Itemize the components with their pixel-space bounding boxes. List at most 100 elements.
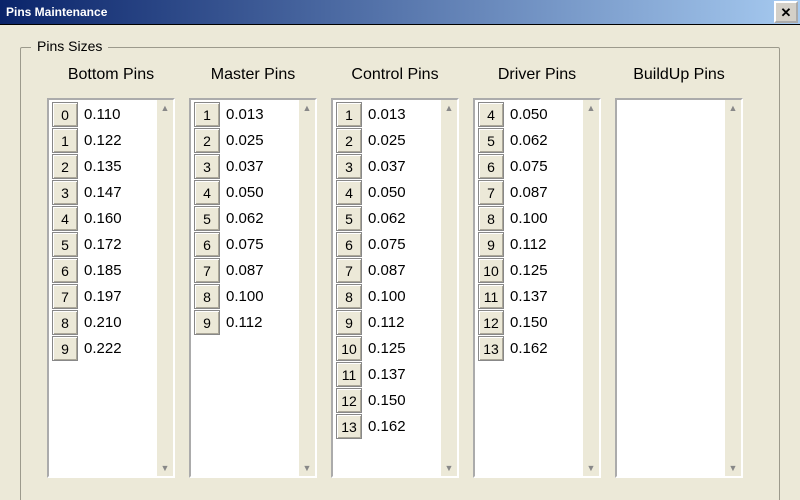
- listbox[interactable]: 10.01320.02530.03740.05050.06260.07570.0…: [189, 98, 317, 478]
- listbox[interactable]: 00.11010.12220.13530.14740.16050.17260.1…: [47, 98, 175, 478]
- list-item[interactable]: 10.013: [194, 102, 296, 127]
- list-item[interactable]: 100.125: [478, 258, 580, 283]
- window-title: Pins Maintenance: [6, 5, 107, 19]
- row-value: 0.172: [82, 232, 154, 257]
- listbox[interactable]: 40.05050.06260.07570.08780.10090.112100.…: [473, 98, 601, 478]
- scrollbar[interactable]: ▲▼: [299, 100, 315, 476]
- list-item[interactable]: 20.135: [52, 154, 154, 179]
- list-item[interactable]: 30.147: [52, 180, 154, 205]
- scroll-up-icon[interactable]: ▲: [441, 100, 457, 116]
- list-item[interactable]: 110.137: [336, 362, 438, 387]
- list-item[interactable]: 130.162: [336, 414, 438, 439]
- listbox-inner: 10.01320.02530.03740.05050.06260.07570.0…: [191, 100, 299, 476]
- list-item[interactable]: 20.025: [336, 128, 438, 153]
- scroll-down-icon[interactable]: ▼: [583, 460, 599, 476]
- list-item[interactable]: 130.162: [478, 336, 580, 361]
- row-index: 8: [52, 310, 78, 335]
- row-value: 0.050: [508, 102, 580, 127]
- list-item[interactable]: 100.125: [336, 336, 438, 361]
- listbox-inner: 10.01320.02530.03740.05050.06260.07570.0…: [333, 100, 441, 476]
- scroll-down-icon[interactable]: ▼: [441, 460, 457, 476]
- list-item[interactable]: 80.100: [194, 284, 296, 309]
- list-item[interactable]: 80.100: [336, 284, 438, 309]
- row-value: 0.087: [224, 258, 296, 283]
- list-item[interactable]: 90.222: [52, 336, 154, 361]
- list-item[interactable]: 80.210: [52, 310, 154, 335]
- list-item[interactable]: 50.062: [478, 128, 580, 153]
- list-item[interactable]: 90.112: [478, 232, 580, 257]
- row-index: 6: [194, 232, 220, 257]
- scroll-up-icon[interactable]: ▲: [725, 100, 741, 116]
- scroll-down-icon[interactable]: ▼: [157, 460, 173, 476]
- column-header: Control Pins: [351, 66, 438, 84]
- row-index: 3: [52, 180, 78, 205]
- list-item[interactable]: 70.087: [194, 258, 296, 283]
- list-item[interactable]: 10.122: [52, 128, 154, 153]
- list-item[interactable]: 80.100: [478, 206, 580, 231]
- row-value: 0.137: [366, 362, 438, 387]
- row-value: 0.013: [224, 102, 296, 127]
- list-item[interactable]: 40.050: [194, 180, 296, 205]
- row-value: 0.050: [224, 180, 296, 205]
- scrollbar[interactable]: ▲▼: [441, 100, 457, 476]
- scrollbar[interactable]: ▲▼: [157, 100, 173, 476]
- row-value: 0.100: [366, 284, 438, 309]
- list-item[interactable]: 60.185: [52, 258, 154, 283]
- row-value: 0.100: [508, 206, 580, 231]
- list-item[interactable]: 30.037: [336, 154, 438, 179]
- close-button[interactable]: ✕: [774, 1, 798, 23]
- scrollbar[interactable]: ▲▼: [725, 100, 741, 476]
- list-item[interactable]: 90.112: [194, 310, 296, 335]
- list-item[interactable]: 10.013: [336, 102, 438, 127]
- row-value: 0.013: [366, 102, 438, 127]
- scroll-down-icon[interactable]: ▼: [725, 460, 741, 476]
- list-item[interactable]: 50.062: [336, 206, 438, 231]
- row-index: 9: [336, 310, 362, 335]
- row-value: 0.197: [82, 284, 154, 309]
- list-item[interactable]: 60.075: [478, 154, 580, 179]
- list-item[interactable]: 70.087: [478, 180, 580, 205]
- list-item[interactable]: 50.172: [52, 232, 154, 257]
- list-item[interactable]: 120.150: [336, 388, 438, 413]
- scroll-up-icon[interactable]: ▲: [583, 100, 599, 116]
- scroll-up-icon[interactable]: ▲: [299, 100, 315, 116]
- close-icon: ✕: [781, 6, 792, 19]
- row-value: 0.062: [224, 206, 296, 231]
- row-value: 0.210: [82, 310, 154, 335]
- row-index: 9: [478, 232, 504, 257]
- list-item[interactable]: 70.087: [336, 258, 438, 283]
- listbox-inner: [617, 100, 725, 476]
- columns-container: Bottom Pins00.11010.12220.13530.14740.16…: [21, 48, 779, 500]
- row-index: 9: [52, 336, 78, 361]
- column-master-pins: Master Pins10.01320.02530.03740.05050.06…: [187, 66, 319, 500]
- row-value: 0.075: [508, 154, 580, 179]
- list-item[interactable]: 70.197: [52, 284, 154, 309]
- row-index: 6: [52, 258, 78, 283]
- list-item[interactable]: 40.050: [478, 102, 580, 127]
- scrollbar[interactable]: ▲▼: [583, 100, 599, 476]
- list-item[interactable]: 00.110: [52, 102, 154, 127]
- list-item[interactable]: 50.062: [194, 206, 296, 231]
- list-item[interactable]: 30.037: [194, 154, 296, 179]
- list-item[interactable]: 90.112: [336, 310, 438, 335]
- list-item[interactable]: 40.160: [52, 206, 154, 231]
- row-value: 0.087: [508, 180, 580, 205]
- row-value: 0.112: [224, 310, 296, 335]
- row-value: 0.185: [82, 258, 154, 283]
- listbox-inner: 40.05050.06260.07570.08780.10090.112100.…: [475, 100, 583, 476]
- scroll-down-icon[interactable]: ▼: [299, 460, 315, 476]
- list-item[interactable]: 110.137: [478, 284, 580, 309]
- groupbox-label: Pins Sizes: [31, 38, 108, 54]
- row-value: 0.100: [224, 284, 296, 309]
- scroll-up-icon[interactable]: ▲: [157, 100, 173, 116]
- listbox[interactable]: ▲▼: [615, 98, 743, 478]
- list-item[interactable]: 40.050: [336, 180, 438, 205]
- list-item[interactable]: 60.075: [336, 232, 438, 257]
- row-index: 10: [478, 258, 504, 283]
- row-value: 0.222: [82, 336, 154, 361]
- listbox[interactable]: 10.01320.02530.03740.05050.06260.07570.0…: [331, 98, 459, 478]
- row-index: 3: [336, 154, 362, 179]
- list-item[interactable]: 120.150: [478, 310, 580, 335]
- list-item[interactable]: 60.075: [194, 232, 296, 257]
- list-item[interactable]: 20.025: [194, 128, 296, 153]
